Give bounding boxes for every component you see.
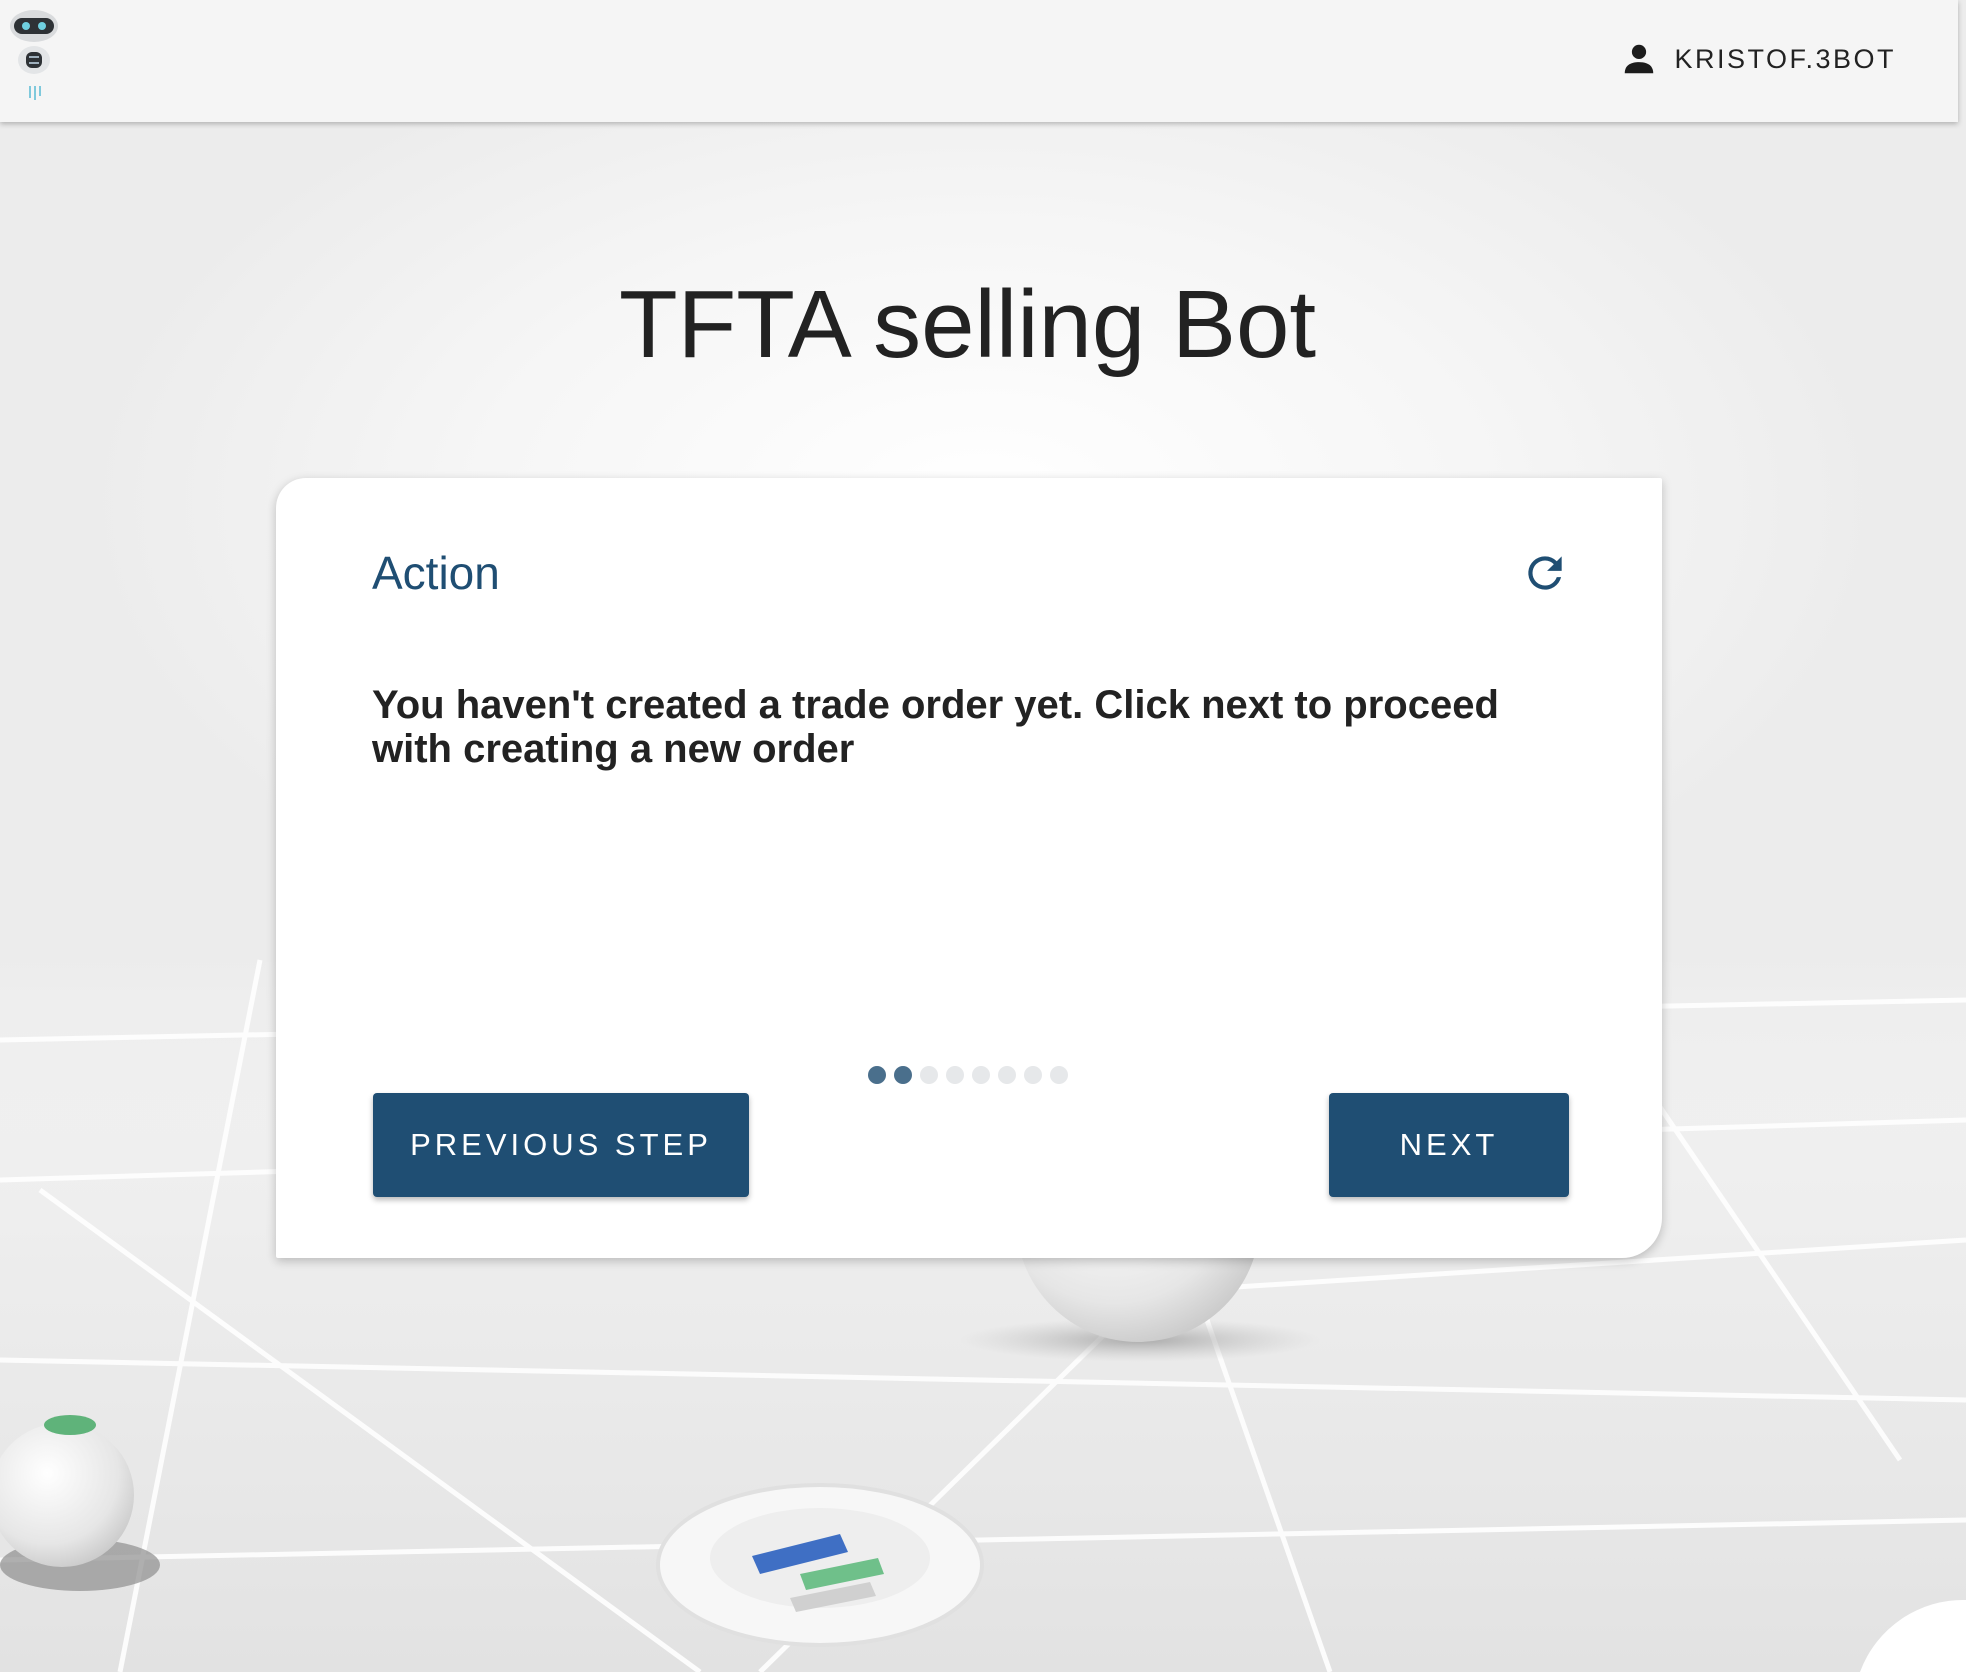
- page-title: TFTA selling Bot: [618, 271, 1317, 378]
- action-card: Action You haven't created a trade order…: [276, 478, 1662, 1258]
- refresh-button[interactable]: [1520, 548, 1570, 598]
- step-dot: [946, 1066, 964, 1084]
- step-dot: [972, 1066, 990, 1084]
- robot-logo-icon[interactable]: [8, 8, 60, 108]
- refresh-icon: [1528, 556, 1562, 590]
- username-label: KRISTOF.3BOT: [1674, 43, 1896, 74]
- step-dot: [920, 1066, 938, 1084]
- step-dot: [1024, 1066, 1042, 1084]
- step-dot: [1050, 1066, 1068, 1084]
- step-dot: [868, 1066, 886, 1084]
- step-dot: [894, 1066, 912, 1084]
- previous-step-button[interactable]: PREVIOUS STEP: [373, 1093, 749, 1197]
- card-title: Action: [372, 547, 500, 599]
- next-button[interactable]: NEXT: [1329, 1093, 1569, 1197]
- step-dot: [998, 1066, 1016, 1084]
- person-icon: [1625, 44, 1654, 74]
- top-app-bar: KRISTOF.3BOT: [0, 0, 1958, 122]
- status-message: You haven't created a trade order yet. C…: [372, 683, 1499, 771]
- step-progress-indicator: [868, 1066, 1068, 1084]
- user-account-menu[interactable]: KRISTOF.3BOT: [1620, 38, 1896, 80]
